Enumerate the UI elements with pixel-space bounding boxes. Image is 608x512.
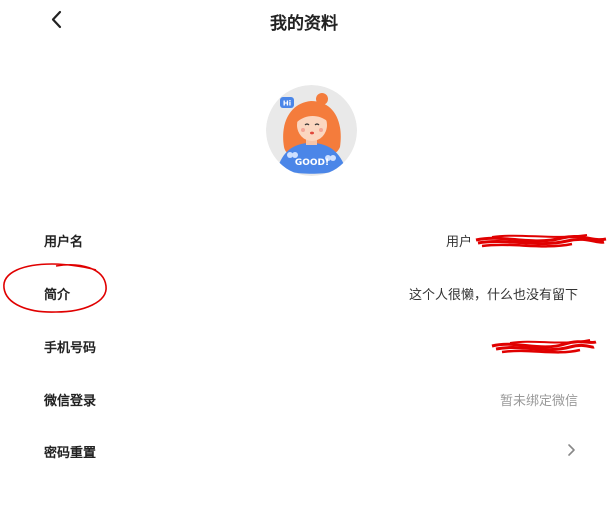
password-reset-label: 密码重置 (44, 446, 97, 461)
shirt-text: GOOD! (295, 158, 329, 168)
wechat-login-label: 微信登录 (44, 394, 97, 409)
wechat-status-value: 暂未绑定微信 (499, 394, 578, 409)
avatar-illustration: Hi GOOD! (266, 85, 357, 176)
username-value: 用户 (445, 235, 472, 250)
phone-label: 手机号码 (44, 341, 97, 356)
wechat-login-row[interactable]: 微信登录 暂未绑定微信 (0, 379, 608, 419)
username-label: 用户名 (44, 235, 84, 250)
avatar[interactable]: Hi GOOD! (266, 85, 357, 176)
phone-row[interactable]: 手机号码 (0, 326, 608, 366)
username-row[interactable]: 用户名 用户 (0, 220, 608, 260)
top-bar: 我的资料 (0, 0, 608, 40)
redaction-scribble (475, 234, 607, 248)
annotation-circle (3, 263, 107, 313)
chevron-right-icon (568, 444, 575, 456)
phone-redaction-scribble (491, 339, 597, 354)
bio-value: 这个人很懒，什么也没有留下 (408, 288, 578, 303)
password-reset-row[interactable]: 密码重置 (0, 431, 608, 471)
page-title: 我的资料 (270, 14, 338, 34)
hi-badge-text: Hi (283, 100, 291, 108)
